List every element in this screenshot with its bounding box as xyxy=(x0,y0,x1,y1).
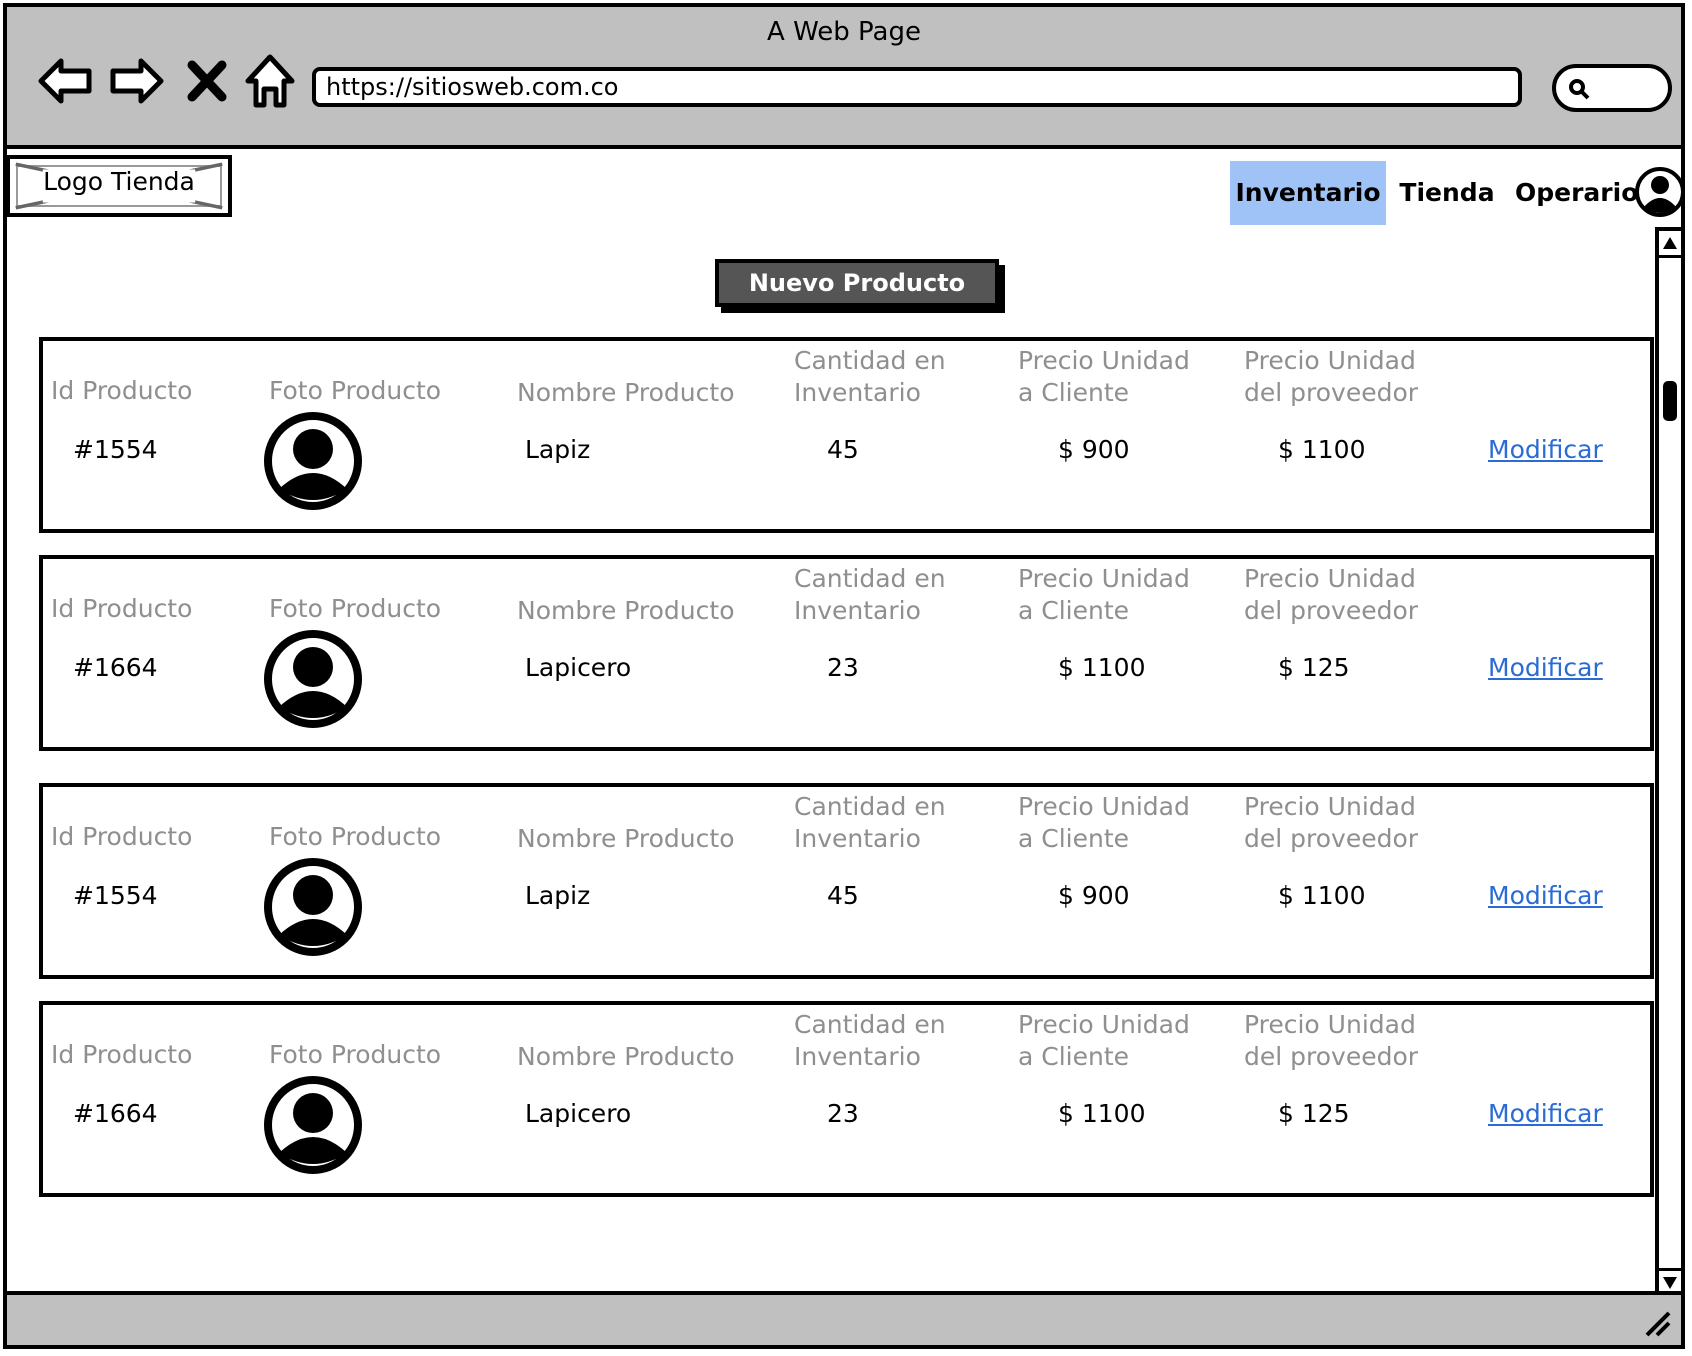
product-card: Id Producto Foto Producto Nombre Product… xyxy=(39,337,1654,533)
col-header-qty-2: Inventario xyxy=(794,378,921,407)
nav-label: Inventario xyxy=(1235,178,1381,207)
supplier-price: $ 1100 xyxy=(1278,435,1366,464)
nav-inventario[interactable]: Inventario xyxy=(1230,161,1386,225)
supplier-price: $ 125 xyxy=(1278,653,1350,682)
product-card: Id Producto Foto Producto Nombre Product… xyxy=(39,1001,1654,1197)
supplier-price: $ 125 xyxy=(1278,1099,1350,1128)
client-price: $ 900 xyxy=(1058,435,1130,464)
logo-label: Logo Tienda xyxy=(43,167,195,196)
modify-link[interactable]: Modificar xyxy=(1488,1099,1603,1128)
window-title: A Web Page xyxy=(767,17,921,47)
col-header-client-2: a Cliente xyxy=(1018,378,1130,407)
home-icon[interactable] xyxy=(240,51,300,111)
col-header-supplier-1: Precio Unidad xyxy=(1244,1010,1416,1039)
nav-tienda[interactable]: Tienda xyxy=(1397,161,1497,225)
col-header-photo: Foto Producto xyxy=(269,822,442,851)
product-id: #1664 xyxy=(73,653,158,682)
col-header-name: Nombre Producto xyxy=(517,596,735,625)
col-header-client-1: Precio Unidad xyxy=(1018,564,1190,593)
product-qty: 45 xyxy=(827,881,859,910)
col-header-supplier-2: del proveedor xyxy=(1244,378,1419,407)
product-photo-icon xyxy=(263,1075,363,1175)
col-header-id: Id Producto xyxy=(51,594,193,623)
product-qty: 23 xyxy=(827,1099,859,1128)
col-header-photo: Foto Producto xyxy=(269,1040,442,1069)
product-name: Lapiz xyxy=(525,881,591,910)
client-price: $ 900 xyxy=(1058,881,1130,910)
product-photo-icon xyxy=(263,857,363,957)
col-header-qty-2: Inventario xyxy=(794,1042,921,1071)
product-qty: 23 xyxy=(827,653,859,682)
col-header-client-2: a Cliente xyxy=(1018,1042,1130,1071)
col-header-supplier-2: del proveedor xyxy=(1244,596,1419,625)
col-header-name: Nombre Producto xyxy=(517,1042,735,1071)
user-avatar-icon[interactable] xyxy=(1634,166,1686,218)
scroll-up-icon[interactable] xyxy=(1659,231,1681,258)
status-bar xyxy=(7,1291,1681,1345)
product-card: Id Producto Foto Producto Nombre Product… xyxy=(39,783,1654,979)
product-name: Lapiz xyxy=(525,435,591,464)
modify-link[interactable]: Modificar xyxy=(1488,435,1603,464)
col-header-supplier-2: del proveedor xyxy=(1244,1042,1419,1071)
forward-arrow-icon[interactable] xyxy=(107,51,167,111)
col-header-photo: Foto Producto xyxy=(269,594,442,623)
col-header-supplier-2: del proveedor xyxy=(1244,824,1419,853)
supplier-price: $ 1100 xyxy=(1278,881,1366,910)
modify-link[interactable]: Modificar xyxy=(1488,881,1603,910)
col-header-supplier-1: Precio Unidad xyxy=(1244,346,1416,375)
product-name: Lapicero xyxy=(525,653,632,682)
browser-window: A Web Page https://sitiosweb.com.co Logo… xyxy=(3,3,1685,1349)
col-header-qty-1: Cantidad en xyxy=(794,564,946,593)
browser-toolbar: A Web Page https://sitiosweb.com.co xyxy=(7,7,1681,149)
client-price: $ 1100 xyxy=(1058,653,1146,682)
nav-label: Tienda xyxy=(1399,178,1495,207)
col-header-qty-1: Cantidad en xyxy=(794,792,946,821)
product-id: #1664 xyxy=(73,1099,158,1128)
product-name: Lapicero xyxy=(525,1099,632,1128)
col-header-client-1: Precio Unidad xyxy=(1018,346,1190,375)
col-header-qty-1: Cantidad en xyxy=(794,346,946,375)
col-header-id: Id Producto xyxy=(51,822,193,851)
product-photo-icon xyxy=(263,629,363,729)
vertical-scrollbar[interactable] xyxy=(1655,227,1685,1299)
col-header-supplier-1: Precio Unidad xyxy=(1244,564,1416,593)
col-header-client-1: Precio Unidad xyxy=(1018,792,1190,821)
search-box[interactable] xyxy=(1552,64,1672,112)
search-icon xyxy=(1569,79,1590,100)
new-product-button[interactable]: Nuevo Producto xyxy=(715,259,999,307)
col-header-client-1: Precio Unidad xyxy=(1018,1010,1190,1039)
product-qty: 45 xyxy=(827,435,859,464)
col-header-name: Nombre Producto xyxy=(517,378,735,407)
back-arrow-icon[interactable] xyxy=(35,51,95,111)
col-header-supplier-1: Precio Unidad xyxy=(1244,792,1416,821)
product-id: #1554 xyxy=(73,435,158,464)
col-header-id: Id Producto xyxy=(51,376,193,405)
close-icon[interactable] xyxy=(182,51,232,111)
logo-placeholder: Logo Tienda xyxy=(6,155,232,217)
product-photo-icon xyxy=(263,411,363,511)
col-header-qty-2: Inventario xyxy=(794,824,921,853)
col-header-photo: Foto Producto xyxy=(269,376,442,405)
col-header-qty-2: Inventario xyxy=(794,596,921,625)
scroll-thumb[interactable] xyxy=(1663,381,1677,421)
product-id: #1554 xyxy=(73,881,158,910)
address-bar[interactable]: https://sitiosweb.com.co xyxy=(312,67,1522,107)
client-price: $ 1100 xyxy=(1058,1099,1146,1128)
resize-grip-icon[interactable] xyxy=(1641,1307,1673,1339)
col-header-name: Nombre Producto xyxy=(517,824,735,853)
nav-label: Operario xyxy=(1515,178,1639,207)
modify-link[interactable]: Modificar xyxy=(1488,653,1603,682)
col-header-client-2: a Cliente xyxy=(1018,824,1130,853)
col-header-qty-1: Cantidad en xyxy=(794,1010,946,1039)
col-header-id: Id Producto xyxy=(51,1040,193,1069)
nav-operario[interactable]: Operario xyxy=(1515,161,1639,225)
col-header-client-2: a Cliente xyxy=(1018,596,1130,625)
product-card: Id Producto Foto Producto Nombre Product… xyxy=(39,555,1654,751)
